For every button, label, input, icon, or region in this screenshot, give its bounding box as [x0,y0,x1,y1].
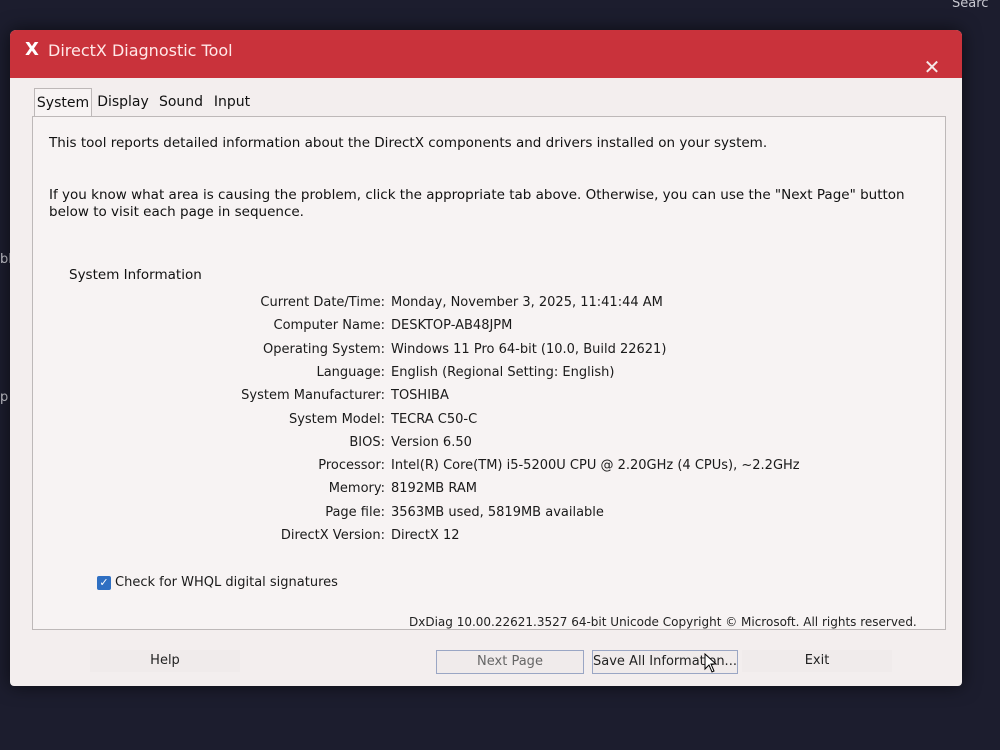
tab-system[interactable]: System [34,88,92,117]
info-label: Processor: [318,458,385,474]
info-value: 3563MB used, 5819MB available [391,504,604,520]
info-row: BIOS: Version 6.50 [33,435,945,455]
tab-display[interactable]: Display [96,88,150,116]
directx-x-icon: X [25,39,39,60]
info-label: Operating System: [263,341,385,357]
info-value: 8192MB RAM [391,481,477,497]
info-row: Page file: 3563MB used, 5819MB available [33,505,945,525]
close-button[interactable]: ✕ [912,52,952,82]
intro-text: This tool reports detailed information a… [49,135,768,151]
info-row: System Model: TECRA C50-C [33,412,945,432]
info-value: Intel(R) Core(TM) i5-5200U CPU @ 2.20GHz… [391,458,800,474]
info-value: DESKTOP-AB48JPM [391,318,513,334]
info-label: System Model: [288,411,385,427]
info-row: System Manufacturer: TOSHIBA [33,388,945,408]
intro-text-next-page: If you know what area is causing the pro… [49,187,905,220]
desktop-text-fragment: p [0,390,9,405]
info-label: Language: [316,364,385,380]
info-label: Memory: [328,481,385,497]
info-label: Current Date/Time: [260,295,385,310]
dxdiag-window: X DirectX Diagnostic Tool ✕ System Displ… [10,30,962,686]
tab-sound[interactable]: Sound [156,88,206,116]
info-label: BIOS: [349,434,385,450]
info-row: Processor: Intel(R) Core(TM) i5-5200U CPU… [33,458,945,478]
tab-input[interactable]: Input [212,88,252,116]
window-title: DirectX Diagnostic Tool [48,41,233,60]
copyright-text: DxDiag 10.00.22621.3527 64-bit Unicode C… [409,615,917,629]
info-value: TECRA C50-C [391,411,478,427]
info-value: TOSHIBA [391,388,449,404]
info-value: Version 6.50 [391,434,472,450]
info-value: Windows 11 Pro 64-bit (10.0, Build 22621… [391,341,667,357]
desktop-search-fragment: Searc [952,0,989,11]
info-label: Computer Name: [273,318,386,334]
info-value: Monday, November 3, 2025, 11:41:44 AM [391,295,663,310]
system-information-heading: System Information [69,267,202,283]
whql-label[interactable]: Check for WHQL digital signatures [115,575,338,590]
info-row: Language: English (Regional Setting: Engl… [33,365,945,385]
title-bar[interactable]: X DirectX Diagnostic Tool ✕ [10,30,962,79]
system-panel: This tool reports detailed information a… [32,116,946,630]
next-page-button[interactable]: Next Page [436,650,584,674]
whql-checkbox[interactable]: ✓ [97,576,111,590]
help-button[interactable]: Help [90,650,240,672]
info-row: Operating System: Windows 11 Pro 64-bit (… [33,342,945,362]
exit-button[interactable]: Exit [742,650,892,672]
info-label: Page file: [325,504,385,520]
info-value: English (Regional Setting: English) [391,364,615,380]
info-row: Current Date/Time: Monday, November 3, 20… [33,295,945,315]
info-label: System Manufacturer: [241,388,385,404]
info-row: Memory: 8192MB RAM [33,481,945,501]
info-label: DirectX Version: [280,528,385,543]
info-row: DirectX Version: DirectX 12 [33,528,945,548]
info-value: DirectX 12 [391,528,460,543]
mouse-cursor-icon [704,653,718,673]
info-row: Computer Name: DESKTOP-AB48JPM [33,318,945,338]
